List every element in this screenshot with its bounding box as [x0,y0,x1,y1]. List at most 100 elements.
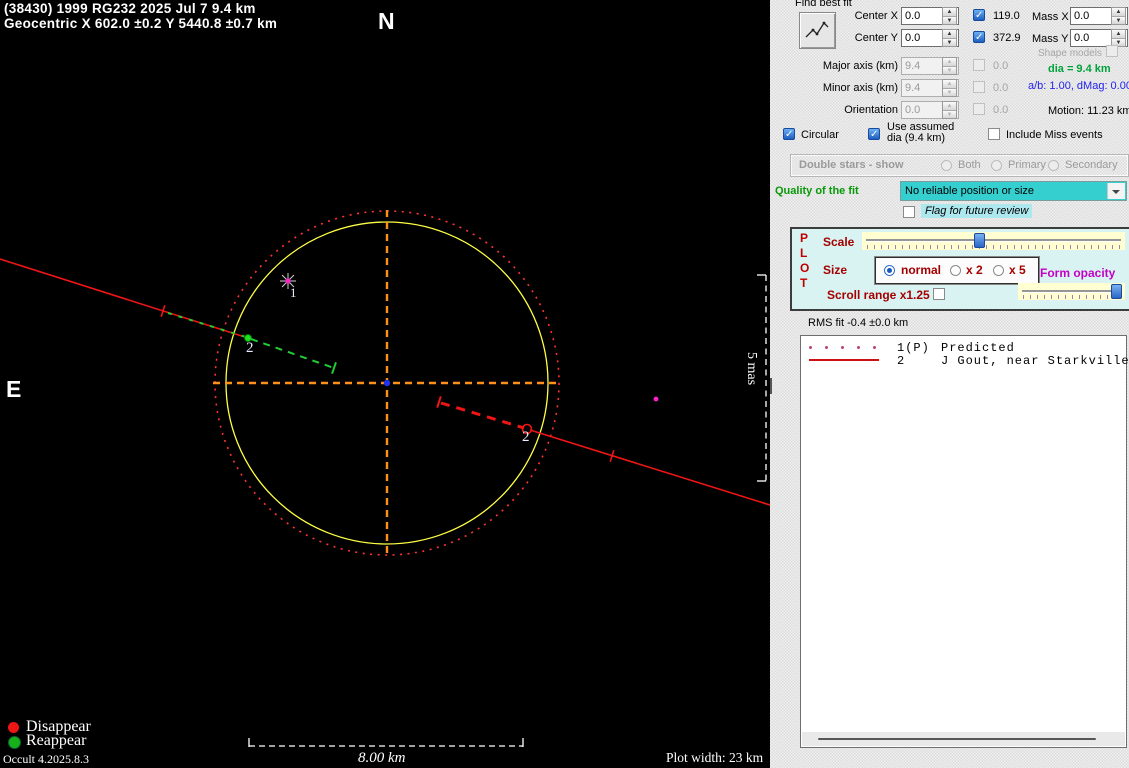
size-x5-radio[interactable] [993,265,1004,276]
occult-window: (38430) 1999 RG232 2025 Jul 7 9.4 km Geo… [0,0,1129,768]
orientation-alt-value: 0.0 [993,104,1008,117]
form-opacity-ticks [1023,295,1121,299]
scale-slider-ticks [867,245,1121,249]
spinner-down-icon: ▼ [943,66,956,74]
include-miss-label: Include Miss events [1006,129,1103,142]
chord2-red-endcap [437,396,441,407]
motion-readout: Motion: 11.23 km/s [1048,105,1129,118]
chord-name: J Gout, near Starkville [941,354,1129,368]
y-fit-value: 372.9 [993,32,1021,45]
chord-plot-canvas[interactable] [0,0,770,768]
include-miss-checkbox[interactable] [988,128,1000,140]
double-stars-both-label: Both [958,159,981,172]
chord-list-row[interactable]: 2J Gout, near Starkville [897,354,1129,368]
spinner-up-icon[interactable]: ▲ [1112,30,1125,38]
scale-slider-track[interactable] [866,239,1121,241]
spinner-up-icon: ▲ [943,102,956,110]
diameter-readout: dia = 9.4 km [1048,63,1111,76]
chord-number: 1(P) [897,341,941,355]
minor-axis-spinner: ▲▼ [942,79,957,97]
spinner-up-icon[interactable]: ▲ [943,30,956,38]
chord-plot-area[interactable]: (38430) 1999 RG232 2025 Jul 7 9.4 km Geo… [0,0,770,768]
find-best-fit-label: Find best fit [795,0,852,10]
chord-list-hscrollbar[interactable] [802,732,1125,746]
orientation-fit-checkbox [973,103,985,115]
disappear-legend-icon [8,722,19,733]
chord2-label-left: 2 [246,340,254,357]
east-label: E [6,376,21,403]
spinner-down-icon[interactable]: ▼ [1112,16,1125,24]
size-label: Size [823,263,847,277]
version-label: Occult 4.2025.8.3 [3,752,89,767]
plot-width-label: Plot width: 23 km [666,750,763,766]
spinner-up-icon[interactable]: ▲ [1112,8,1125,16]
circular-label: Circular [801,129,839,142]
major-axis-fit-checkbox [973,59,985,71]
major-axis-alt-value: 0.0 [993,60,1008,73]
mass-x-spinner[interactable]: ▲▼ [1111,7,1126,25]
size-x5-label: x 5 [1009,263,1026,277]
y-fit-checkbox[interactable] [973,31,985,43]
form-opacity-thumb[interactable] [1111,284,1122,299]
spinner-up-icon[interactable]: ▲ [943,8,956,16]
center-y-spinner[interactable]: ▲▼ [942,29,957,47]
chord2-label-right: 2 [522,429,530,446]
chord-list[interactable]: 1(P)Predicted 2J Gout, near Starkville [800,335,1127,748]
center-y-label: Center Y [790,32,898,45]
north-label: N [378,8,395,35]
reappear-legend-icon [8,736,21,749]
minor-axis-fit-checkbox [973,81,985,93]
dropdown-arrow-icon[interactable] [1107,183,1125,199]
size-x2-label: x 2 [966,263,983,277]
form-opacity-track[interactable] [1022,290,1121,292]
use-assumed-dia-label: Use assumed dia (9.4 km) [887,122,971,144]
scale-bar-label: 8.00 km [358,750,406,767]
double-stars-secondary-radio [1048,160,1059,171]
form-opacity-slider[interactable] [1018,283,1125,300]
chord-name: Predicted [941,341,1015,355]
size-normal-radio[interactable] [884,265,895,276]
center-x-label: Center X [790,10,898,23]
legend-reappear-label: Reappear [26,732,86,750]
shape-models-checkbox [1106,45,1118,57]
plot-letter: T [800,276,807,290]
spinner-down-icon[interactable]: ▼ [943,16,956,24]
use-assumed-dia-checkbox[interactable] [868,128,880,140]
spinner-down-icon[interactable]: ▼ [943,38,956,46]
chord2-red-dashed [441,403,524,428]
form-opacity-label: Form opacity [1040,266,1115,280]
axis-ratio-readout: a/b: 1.00, dMag: 0.00 [1028,80,1129,93]
center-dot [384,380,390,386]
hscrollbar-thumb[interactable] [818,738,1096,740]
chord-list-row[interactable]: 1(P)Predicted [897,341,1015,355]
flag-review-label: Flag for future review [921,204,1032,218]
quality-dropdown[interactable]: No reliable position or size [900,181,1127,201]
shape-models-label: Shape models [1038,47,1102,60]
scroll-range-checkbox[interactable] [933,288,945,300]
major-axis-label: Major axis (km) [790,60,898,73]
minor-axis-alt-value: 0.0 [993,82,1008,95]
scale-slider-thumb[interactable] [974,233,985,248]
panel-splitter-handle[interactable] [770,378,772,394]
orientation-label: Orientation [790,104,898,117]
spinner-down-icon: ▼ [943,110,956,118]
flag-review-checkbox[interactable] [903,206,915,218]
fit-control-panel: Find best fit Center X ▲▼ 119.0 Mass X ▲… [770,0,1129,768]
star1-center [285,278,290,283]
x-fit-checkbox[interactable] [973,9,985,21]
rms-fit-label: RMS fit -0.4 ±0.0 km [808,317,908,330]
orientation-spinner: ▲▼ [942,101,957,119]
observed-solid-swatch [809,359,879,361]
spinner-down-icon: ▼ [943,88,956,96]
size-x2-radio[interactable] [950,265,961,276]
chord2-green-endcap [332,362,336,373]
minor-axis-label: Minor axis (km) [790,82,898,95]
quality-of-fit-label: Quality of the fit [775,185,859,198]
scale-slider[interactable] [862,232,1125,250]
center-x-spinner[interactable]: ▲▼ [942,7,957,25]
double-stars-primary-radio [991,160,1002,171]
circular-checkbox[interactable] [783,128,795,140]
double-stars-label: Double stars - show [799,159,904,172]
scroll-range-label: Scroll range x1.25 [827,288,930,302]
plot-letter: L [800,246,807,260]
